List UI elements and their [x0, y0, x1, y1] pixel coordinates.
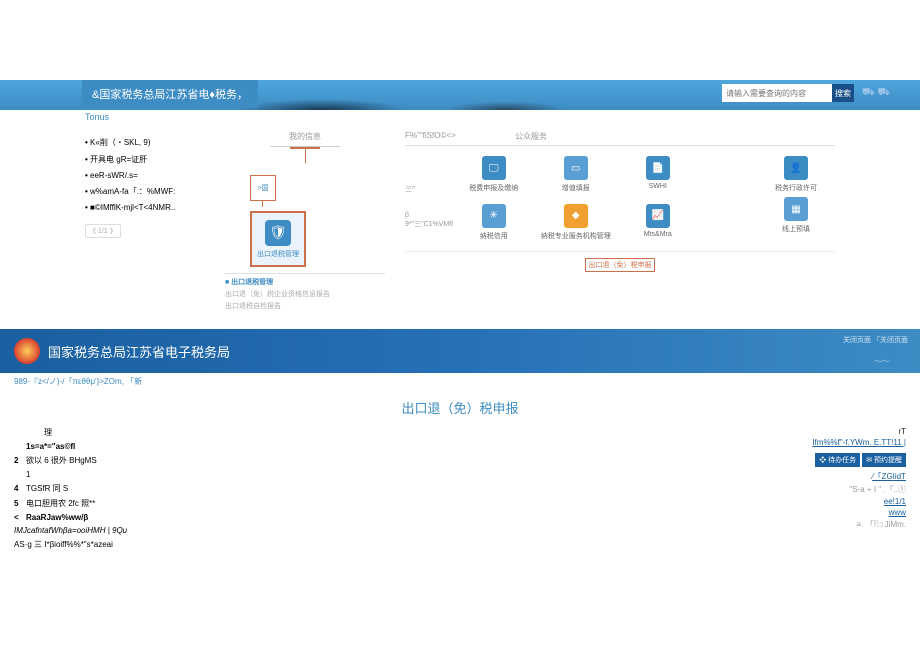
emblem-icon [14, 338, 40, 364]
sparkle-icon: ✳ [482, 204, 506, 228]
svc-tile[interactable]: ◆纳税专业服务机构管理 [541, 204, 611, 244]
mid-label: 我的信息 [225, 131, 385, 142]
pager-badge: 《 1/1 》 [85, 224, 121, 238]
grid-icon: ▦ [784, 197, 808, 221]
left-menu: K«削（・SKL, 9) 开具电 gR=证肝 eeR-sWR/.s= w%amA… [85, 131, 225, 311]
rp-item: "S-a + I " .「..① [776, 484, 906, 495]
steps-column: 理 1s=a*="as©fl 2欲以 6 很外 BHgMS 1 4TGSfR 同… [14, 427, 776, 550]
service-grid: 🖵税费申报及缴纳 ▭增值填报 📄SWHI ✳纳税信用 ◆纳税专业服务机构管理 📈… [453, 152, 755, 247]
tile-label: 出口退税管理 [257, 249, 299, 259]
export-tax-tile[interactable]: 🛡 出口退税管理 [250, 211, 306, 267]
grid-head-1: F%""fiSfO©<> [405, 131, 515, 142]
rp-list: ⁄「ZGIidT "S-a + I " .「..① ee!1/1 www ≡. … [776, 471, 906, 530]
menu-item[interactable]: ■©IMfflK-mjl<T<4NMR.. [85, 203, 225, 212]
svc-tile[interactable]: 📄SWHI [623, 156, 693, 196]
step-row: 1s=a*="as©fl [26, 442, 75, 451]
shield-icon: 🛡 [265, 220, 291, 246]
thumb-tile[interactable]: >国 [250, 175, 276, 201]
breadcrumb: 989-『z</ノ)-/「πεθθμ'}>ZOm, 「新 [0, 373, 920, 390]
menu-item[interactable]: eeR-sWR/.s= [85, 171, 225, 180]
decor-icon: ⛟ ⛟ [862, 87, 890, 100]
doc-icon: 📄 [646, 156, 670, 180]
step-row: 电口胆用农 2fc 照** [26, 499, 95, 508]
search-input[interactable] [722, 84, 832, 102]
chart-icon: 📈 [646, 204, 670, 228]
content-upper: K«削（・SKL, 9) 开具电 gR=证肝 eeR-sWR/.s= w%amA… [0, 125, 920, 319]
section-title: 出口退（免）税申报 [0, 398, 920, 417]
banner-title: 国家税务总局江苏省电子税务局 [48, 342, 230, 361]
right-panel: rT Ifm%%f"-f.YWm. E.TT!11 | ❖ 待办任务 ✉ 预约提… [776, 427, 906, 550]
highlight-column: 我的信息 >国 🛡 出口退税管理 ■ 出口退税管理 出口退（免）税企业资格信息报… [225, 131, 385, 311]
step-row: 欲以 6 很外 BHgMS [26, 456, 97, 465]
search-button[interactable]: 搜索 [832, 84, 854, 102]
mid-sub-line[interactable]: 出口退（免）税企业资格信息报告 [225, 289, 385, 299]
rp-head: rT [776, 427, 906, 436]
menu-item[interactable]: K«削（・SKL, 9) [85, 137, 225, 148]
nav-strip: Tonus [0, 110, 920, 125]
todo-button[interactable]: ❖ 待办任务 [815, 453, 860, 467]
services-column: F%""fiSfO©<> 公众服务 三^ β 9*"三"C1%VMfl 🖵税费申… [405, 131, 835, 311]
svc-tile[interactable]: 🖵税费申报及缴纳 [459, 156, 529, 196]
svc-tile[interactable]: ✳纳税信用 [459, 204, 529, 244]
nav-link[interactable]: Tonus [85, 112, 109, 122]
bottom-content: 理 1s=a*="as©fl 2欲以 6 很外 BHgMS 1 4TGSfR 同… [0, 427, 920, 560]
search-wrap: 搜索 ⛟ ⛟ [722, 84, 890, 102]
svc-tile[interactable]: ▦线上预填 [761, 197, 831, 234]
rp-item[interactable]: www [776, 508, 906, 517]
svc-tile[interactable]: ▭增值填报 [541, 156, 611, 196]
site-title: &国家税务总局江苏省电♦税务， [82, 80, 258, 108]
svc-tile[interactable]: 👤税务行政许可 [761, 156, 831, 193]
grid-right: 👤税务行政许可 ▦线上预填 [755, 146, 835, 247]
mid-below: ■ 出口退税管理 出口退（免）税企业资格信息报告 出口退税自检报告 [225, 273, 385, 311]
grid-head-2: 公众服务 [515, 131, 547, 142]
menu-item[interactable]: 开具电 gR=证肝 [85, 154, 225, 165]
foot-line: IMJcafntafWhβa=ooiHMH | 9Qu [14, 526, 127, 535]
form-icon: ▭ [564, 156, 588, 180]
mid-sub-line[interactable]: 出口退税自检报告 [225, 301, 385, 311]
diamond-icon: ◆ [564, 204, 588, 228]
rp-item: ≡. 「『□ JiMm. [776, 519, 906, 530]
step-row: RaaRJaw%ww/β [26, 513, 88, 522]
banner-decor: ～～ [874, 356, 890, 367]
rp-item[interactable]: ⁄「ZGIidT [776, 471, 906, 482]
rp-link[interactable]: Ifm%%f"-f.YWm. E.TT!11 | [776, 438, 906, 447]
step-row: TGSfR 同 S [26, 484, 68, 493]
top-banner: &国家税务总局江苏省电♦税务， 搜索 ⛟ ⛟ [0, 80, 920, 110]
rp-item[interactable]: ee!1/1 [776, 497, 906, 506]
svc-tile[interactable]: 📈Mts&Mra [623, 204, 693, 244]
banner-meta[interactable]: 关闭页面 「关闭页面 [843, 335, 908, 345]
step-pre: 理 [44, 427, 776, 438]
mid-sub-head: ■ 出口退税管理 [225, 273, 385, 287]
reminder-button[interactable]: ✉ 预约提醒 [862, 453, 906, 467]
step-row: 1 [26, 470, 30, 479]
export-refund-button[interactable]: 出口退（免）税申报 [585, 258, 655, 272]
side-labels: 三^ β 9*"三"C1%VMfl [405, 146, 453, 247]
secondary-banner: 国家税务总局江苏省电子税务局 关闭页面 「关闭页面 ～～ [0, 329, 920, 373]
foot-line: AS·g 三 I*βioiff%%*"s*azeai [14, 539, 776, 550]
monitor-icon: 🖵 [482, 156, 506, 180]
user-icon: 👤 [784, 156, 808, 180]
menu-item[interactable]: w%amA-fa「.：%MWF: [85, 186, 225, 197]
